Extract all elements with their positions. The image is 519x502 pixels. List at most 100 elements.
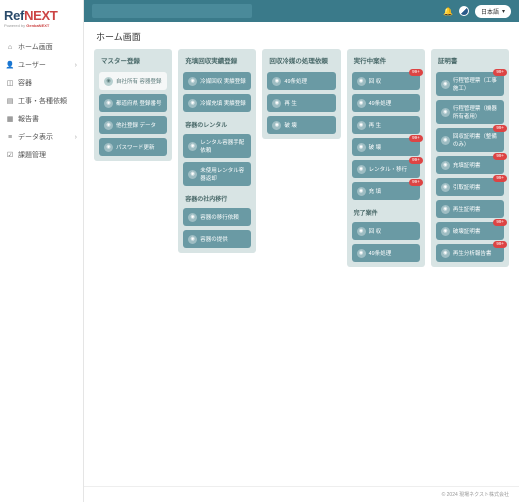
- sidebar-item-label: 報告書: [18, 114, 39, 124]
- doc-icon: ◉: [441, 183, 450, 192]
- card-label: 破 壊: [369, 143, 382, 151]
- sidebar: RefNEXT Powered by GenbaNEXT ⌂ホーム画面👤ユーザー…: [0, 0, 84, 502]
- user-icon: 👤: [6, 61, 14, 69]
- card-label: 自社所有 容器登録: [116, 77, 162, 85]
- card-4-0-0[interactable]: ◉行程管理票（工事施工）99+: [436, 72, 504, 96]
- sidebar-item-5[interactable]: ≡データ表示: [4, 128, 79, 146]
- card-2-0-1[interactable]: ◉再 生: [267, 94, 335, 112]
- card-0-0-3[interactable]: ◉パスワード更新: [99, 138, 167, 156]
- card-0-0-2[interactable]: ◉他社登録 データ: [99, 116, 167, 134]
- rec-icon: ◉: [357, 227, 366, 236]
- card-label: 未使用レンタル容器返却: [200, 166, 246, 182]
- sidebar-item-2[interactable]: ◫容器: [4, 74, 79, 92]
- card-1-0-0[interactable]: ◉冷媒回収 実績登録: [183, 72, 251, 90]
- card-label: 49条処理: [369, 99, 392, 107]
- card-4-0-2[interactable]: ◉回収証明書（整備のみ）99+: [436, 128, 504, 152]
- cyl-icon: ◉: [104, 77, 113, 86]
- card-3-0-1[interactable]: ◉49条処理: [352, 94, 420, 112]
- card-label: 49条処理: [369, 249, 392, 257]
- doc-icon: ◉: [441, 249, 450, 258]
- card-1-1-1[interactable]: ◉未使用レンタル容器返却: [183, 162, 251, 186]
- doc-icon: ◉: [441, 108, 450, 117]
- powered-by: Powered by GenbaNEXT: [4, 23, 79, 28]
- card-4-0-7[interactable]: ◉再生分析報告書99+: [436, 244, 504, 262]
- doc-icon: ◉: [441, 80, 450, 89]
- bell-icon[interactable]: 🔔: [443, 7, 453, 16]
- badge: 99+: [409, 69, 423, 76]
- sidebar-item-6[interactable]: ☑ 課題管理: [4, 146, 79, 164]
- column-4: 証明書◉行程管理票（工事施工）99+◉行程管理票（機器所有者用）◉回収証明書（整…: [431, 49, 509, 267]
- card-0-0-1[interactable]: ◉都道府県 登録番号: [99, 94, 167, 112]
- sidebar-item-label: 課題管理: [18, 150, 46, 160]
- card-3-0-0[interactable]: ◉回 収99+: [352, 72, 420, 90]
- sidebar-item-label: データ表示: [18, 132, 53, 142]
- card-label: レンタル容器手配依頼: [200, 138, 246, 154]
- search-area[interactable]: [92, 4, 252, 18]
- home-icon: ⌂: [6, 43, 14, 51]
- proc-icon: ◉: [272, 77, 281, 86]
- card-3-1-1[interactable]: ◉49条処理: [352, 244, 420, 262]
- card-label: 破壊証明書: [453, 227, 481, 235]
- card-4-0-6[interactable]: ◉破壊証明書99+: [436, 222, 504, 240]
- card-1-2-0[interactable]: ◉容器の移行依頼: [183, 208, 251, 226]
- mv-icon: ◉: [357, 165, 366, 174]
- report-icon: ▦: [6, 115, 14, 123]
- column-header: 実行中案件: [352, 54, 420, 68]
- badge: 99+: [493, 175, 507, 182]
- card-label: 冷媒充填 実績登録: [200, 99, 246, 107]
- card-1-2-1[interactable]: ◉容器の提供: [183, 230, 251, 248]
- card-label: 容器の移行依頼: [200, 213, 239, 221]
- doc-icon: ◉: [441, 227, 450, 236]
- card-3-1-0[interactable]: ◉回 収: [352, 222, 420, 240]
- card-3-0-3[interactable]: ◉破 壊 99+: [352, 138, 420, 156]
- sidebar-item-3[interactable]: ▤工事・各種依頼: [4, 92, 79, 110]
- rec-icon: ◉: [357, 77, 366, 86]
- sub-header: 完了案件: [352, 204, 420, 218]
- task-icon: ☑: [6, 151, 14, 159]
- card-2-0-0[interactable]: ◉49条処理: [267, 72, 335, 90]
- column-0: マスター登録◉自社所有 容器登録◉都道府県 登録番号◉他社登録 データ◉パスワー…: [94, 49, 172, 161]
- dest-icon: ◉: [357, 143, 366, 152]
- globe-icon[interactable]: [459, 6, 469, 16]
- cyl-icon: ◉: [104, 121, 113, 130]
- rec-icon: ◉: [188, 77, 197, 86]
- cyl-icon: ◉: [188, 142, 197, 151]
- sidebar-item-label: ユーザー: [18, 60, 46, 70]
- card-2-0-2[interactable]: ◉破 壊: [267, 116, 335, 134]
- sidebar-item-label: 容器: [18, 78, 32, 88]
- column-3: 実行中案件◉回 収99+◉49条処理◉再 生◉破 壊99+◉レンタル・移行99+…: [347, 49, 425, 267]
- badge: 99+: [409, 135, 423, 142]
- card-label: 都道府県 登録番号: [116, 99, 162, 107]
- dest-icon: ◉: [272, 121, 281, 130]
- card-label: 充 填: [369, 187, 382, 195]
- sub-header: 容器のレンタル: [183, 116, 251, 130]
- card-4-0-4[interactable]: ◉引取証明書99+: [436, 178, 504, 196]
- card-3-0-5[interactable]: ◉充 填99+: [352, 182, 420, 200]
- sidebar-item-1[interactable]: 👤 ユーザー: [4, 56, 79, 74]
- chevron-down-icon: ▾: [502, 8, 505, 15]
- badge: 99+: [493, 153, 507, 160]
- card-label: 回収証明書（整備のみ）: [453, 132, 499, 148]
- card-1-1-0[interactable]: ◉レンタル容器手配依頼: [183, 134, 251, 158]
- fill-icon: ◉: [188, 99, 197, 108]
- doc-icon: ▤: [6, 97, 14, 105]
- card-label: 回 収: [369, 227, 382, 235]
- card-4-0-1[interactable]: ◉行程管理票（機器所有者用）: [436, 100, 504, 124]
- sidebar-item-4[interactable]: ▦ 報告書: [4, 110, 79, 128]
- card-label: 破 壊: [284, 121, 297, 129]
- column-header: マスター登録: [99, 54, 167, 68]
- card-label: 行程管理票（工事施工）: [453, 76, 499, 92]
- card-4-0-5[interactable]: ◉再生証明書: [436, 200, 504, 218]
- card-3-0-4[interactable]: ◉レンタル・移行99+: [352, 160, 420, 178]
- mv-icon: ◉: [188, 213, 197, 222]
- card-4-0-3[interactable]: ◉充填証明書99+: [436, 156, 504, 174]
- topbar: 🔔 日本語▾: [84, 0, 519, 22]
- sidebar-item-0[interactable]: ⌂ホーム画面: [4, 38, 79, 56]
- card-label: 再 生: [369, 121, 382, 129]
- fill-icon: ◉: [357, 187, 366, 196]
- card-0-0-0[interactable]: ◉自社所有 容器登録: [99, 72, 167, 90]
- doc-icon: ◉: [441, 205, 450, 214]
- card-3-0-2[interactable]: ◉再 生: [352, 116, 420, 134]
- language-selector[interactable]: 日本語▾: [475, 5, 511, 18]
- card-1-0-1[interactable]: ◉冷媒充填 実績登録: [183, 94, 251, 112]
